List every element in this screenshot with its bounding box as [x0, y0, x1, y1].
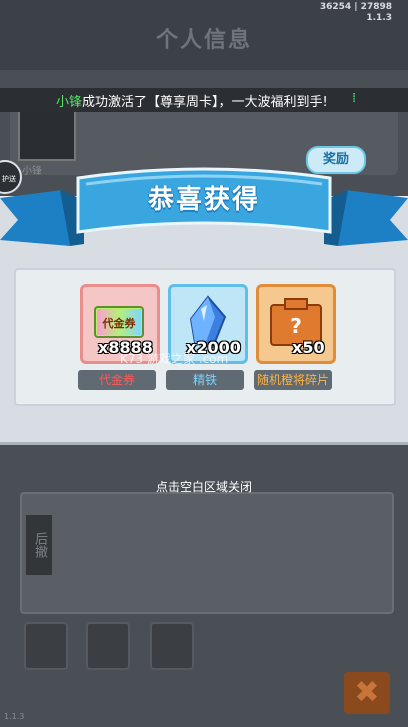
background-close-icon: ✖ [344, 672, 390, 714]
announcement-text: 小锋成功激活了【尊享周卡】，一大波福利到手! [56, 91, 328, 110]
popup-title: 恭喜获得 [147, 185, 260, 215]
version-stats: 36254 | 27898 [319, 2, 392, 12]
close-hint[interactable]: 点击空白区域关闭 [0, 478, 408, 495]
svg-text:代金券: 代金券 [102, 316, 137, 330]
reward-label: 精铁 [166, 370, 244, 390]
svg-text:?: ? [290, 314, 302, 338]
background-lower-tag: 后撤 [26, 515, 52, 575]
watermark: K73 游戏之家 .com [120, 352, 229, 366]
reward-quantity: x50 [292, 338, 325, 357]
background-menu-icon [86, 622, 130, 670]
background-menu-icon [24, 622, 68, 670]
reward-badge: 奖励 [306, 146, 366, 174]
announcement-player: 小锋 [56, 95, 83, 110]
version-info: 36254 | 27898 1.1.3 [320, 2, 392, 24]
announcement-end-icon: ⁞ [352, 91, 357, 106]
reward-label: 随机橙将碎片 [254, 370, 332, 390]
background-menu-icon [150, 622, 194, 670]
background-lower-panel [20, 492, 394, 614]
background-corner-text: 1.1.3 [4, 712, 25, 721]
reward-label: 代金券 [78, 370, 156, 390]
version-number: 1.1.3 [366, 13, 392, 23]
announcement-message: 成功激活了【尊享周卡】，一大波福利到手! [82, 95, 328, 110]
background-page-title: 个人信息 [155, 28, 252, 53]
